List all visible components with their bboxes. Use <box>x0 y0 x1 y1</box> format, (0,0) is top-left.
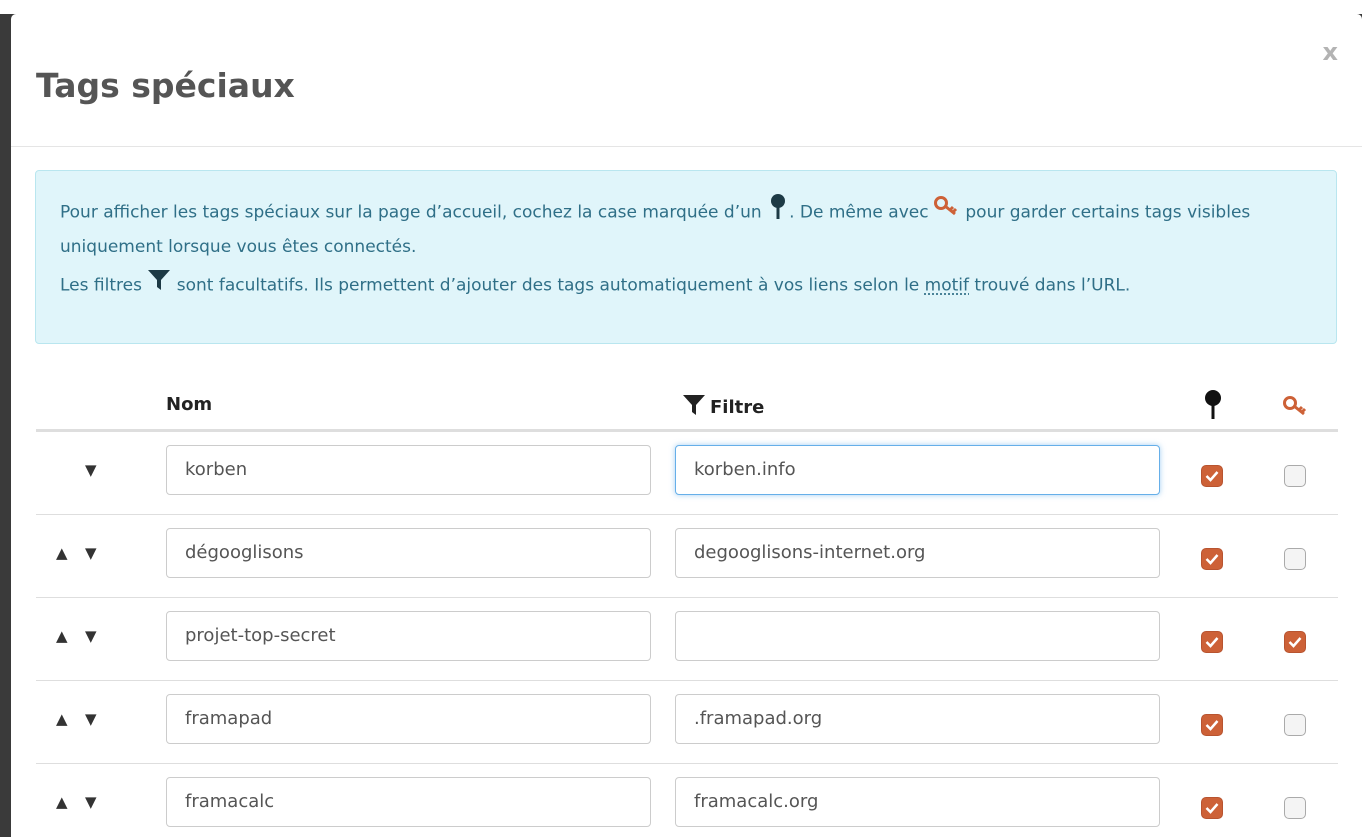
move-up-button[interactable]: ▲ <box>56 627 68 645</box>
tag-filter-input[interactable]: framacalc.org <box>675 777 1160 827</box>
info-text: Pour afficher les tags spéciaux sur la p… <box>60 202 762 223</box>
table-row: ▲ ▼ framapad .framapad.org <box>36 681 1338 764</box>
table-row: ▲ ▼ framacalc framacalc.org <box>36 764 1338 837</box>
table-row: ▲ ▼ dégooglisons degooglisons-internet.org <box>36 515 1338 598</box>
info-paragraph-1: Pour afficher les tags spéciaux sur la p… <box>60 193 1312 263</box>
move-down-button[interactable]: ▼ <box>85 627 97 645</box>
background-strip <box>0 0 1362 14</box>
table-row: ▲ ▼ projet-top-secret <box>36 598 1338 681</box>
key-icon <box>933 195 960 230</box>
tag-name-input[interactable]: framacalc <box>166 777 651 827</box>
filter-icon <box>682 394 706 421</box>
info-text: trouvé dans l’URL. <box>974 275 1131 296</box>
pin-checkbox[interactable] <box>1201 714 1223 736</box>
column-header-name: Nom <box>166 394 213 415</box>
private-checkbox[interactable] <box>1284 548 1306 570</box>
tag-name-input[interactable]: projet-top-secret <box>166 611 651 661</box>
info-text: sont facultatifs. Ils permettent d’ajout… <box>176 275 920 296</box>
motif-term: motif <box>924 275 970 296</box>
close-button[interactable]: x <box>1323 40 1338 64</box>
special-tags-dialog: Tags spéciaux x Pour afficher les tags s… <box>11 14 1362 837</box>
pin-icon <box>1203 389 1223 425</box>
pin-checkbox[interactable] <box>1201 465 1223 487</box>
tag-name-input[interactable]: dégooglisons <box>166 528 651 578</box>
pin-checkbox[interactable] <box>1201 797 1223 819</box>
private-checkbox[interactable] <box>1284 631 1306 653</box>
info-alert: Pour afficher les tags spéciaux sur la p… <box>35 170 1337 344</box>
filter-icon <box>147 269 171 302</box>
move-up-button[interactable]: ▲ <box>56 544 68 562</box>
private-checkbox[interactable] <box>1284 797 1306 819</box>
pin-checkbox[interactable] <box>1201 631 1223 653</box>
column-header-filter: Filtre <box>682 394 764 421</box>
tag-name-input[interactable]: framapad <box>166 694 651 744</box>
pin-icon <box>767 193 789 232</box>
info-text: Les filtres <box>60 275 142 296</box>
dialog-title: Tags spéciaux <box>36 66 295 105</box>
private-checkbox[interactable] <box>1284 465 1306 487</box>
table-row: ▼ korben korben.info <box>36 432 1338 515</box>
info-paragraph-2: Les filtres sont facultatifs. Ils permet… <box>60 269 1312 302</box>
info-text: . De même avec <box>789 202 929 223</box>
tag-filter-input[interactable] <box>675 611 1160 661</box>
move-down-button[interactable]: ▼ <box>85 461 97 479</box>
tag-name-input[interactable]: korben <box>166 445 651 495</box>
column-header-filter-label: Filtre <box>710 397 765 418</box>
move-up-button[interactable]: ▲ <box>56 710 68 728</box>
move-down-button[interactable]: ▼ <box>85 710 97 728</box>
tag-filter-input[interactable]: korben.info <box>675 445 1160 495</box>
move-down-button[interactable]: ▼ <box>85 793 97 811</box>
move-down-button[interactable]: ▼ <box>85 544 97 562</box>
tag-filter-input[interactable]: .framapad.org <box>675 694 1160 744</box>
dialog-header: Tags spéciaux x <box>11 14 1362 147</box>
move-up-button[interactable]: ▲ <box>56 793 68 811</box>
tag-filter-input[interactable]: degooglisons-internet.org <box>675 528 1160 578</box>
pin-checkbox[interactable] <box>1201 548 1223 570</box>
key-icon <box>1282 395 1310 423</box>
private-checkbox[interactable] <box>1284 714 1306 736</box>
